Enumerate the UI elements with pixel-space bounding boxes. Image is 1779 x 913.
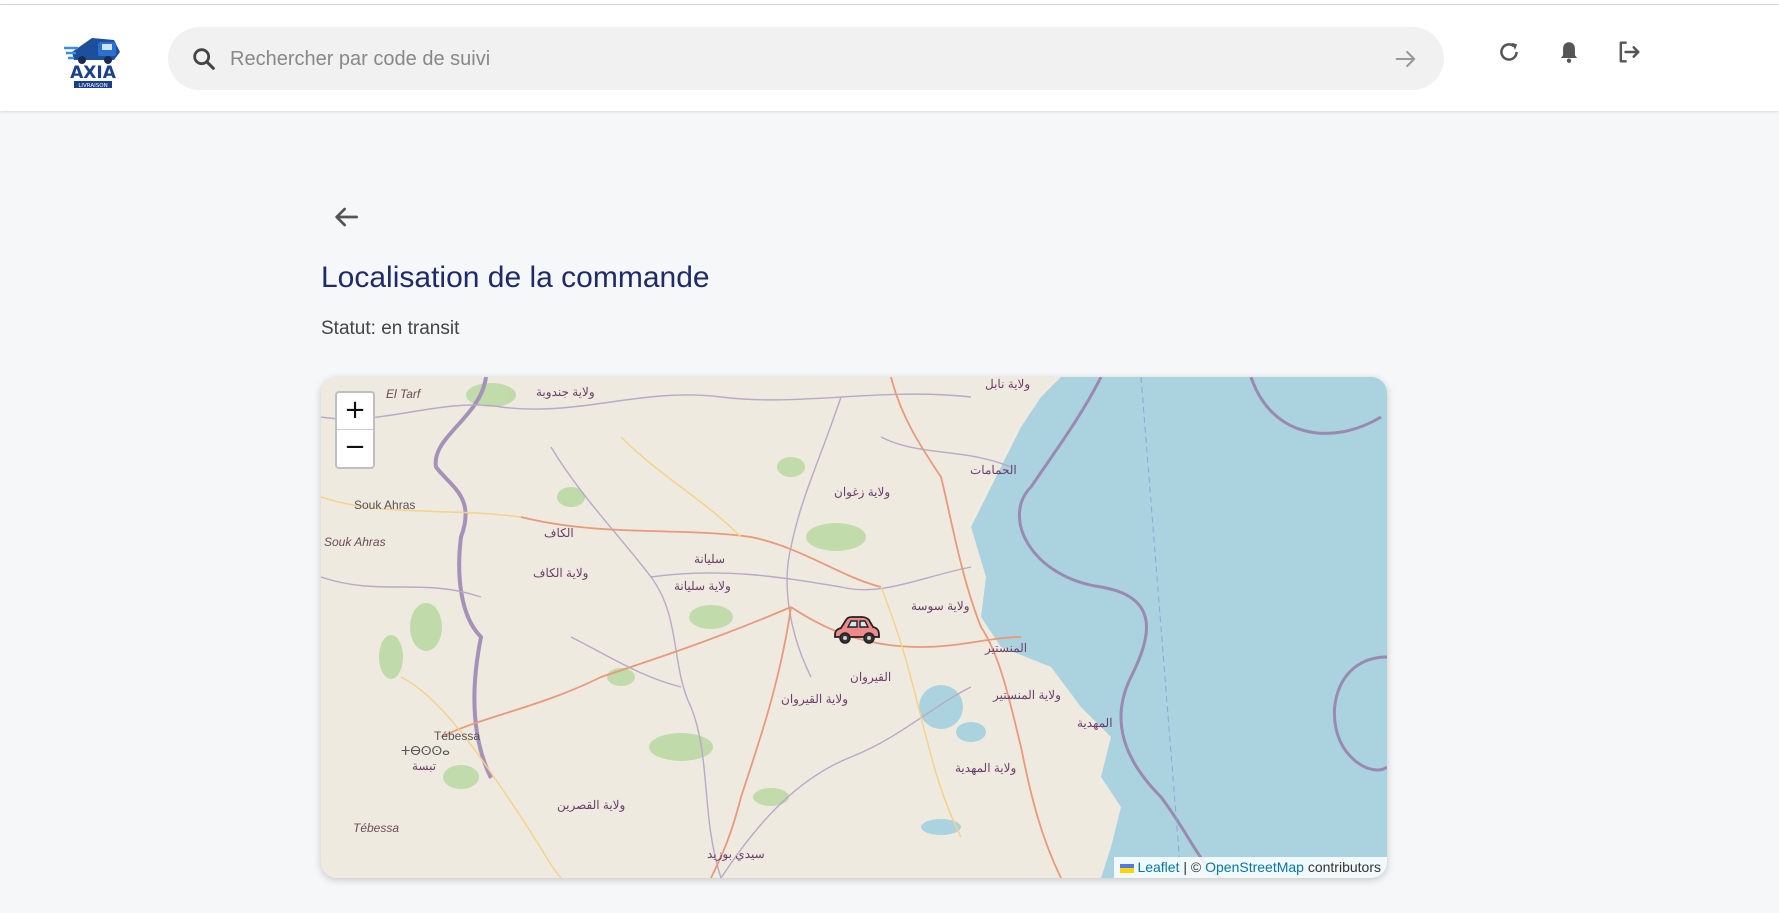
map-label: ⵜⴱⵙⵙⴰ — [401, 744, 450, 758]
refresh-icon — [1500, 42, 1518, 61]
map-label: تبسة — [412, 759, 437, 773]
status-value: en transit — [381, 318, 460, 339]
notifications-button[interactable] — [1553, 36, 1585, 68]
map-label: Souk Ahras — [324, 535, 386, 549]
map-label: سليانة — [694, 552, 726, 566]
map-label: ولاية زغوان — [834, 485, 891, 499]
map-label: Souk Ahras — [354, 498, 416, 512]
map-label: El Tarf — [386, 387, 421, 401]
car-icon[interactable] — [831, 613, 881, 645]
svg-text:LIVRAISON: LIVRAISON — [78, 83, 107, 89]
bell-icon — [1560, 42, 1578, 63]
order-location-map[interactable]: El Tarf ولاية جندوبة ولاية نابل Souk Ahr… — [321, 377, 1387, 878]
map-label: المهدية — [1077, 716, 1113, 730]
tracking-code-input[interactable] — [228, 27, 1352, 92]
map-attribution: Leaflet | © OpenStreetMap contributors — [1114, 857, 1387, 878]
svg-text:AXIA: AXIA — [70, 63, 117, 83]
map-label: سيدي بوزيد — [707, 847, 765, 861]
order-status: Statut: en transit — [321, 318, 459, 340]
status-label: Statut: — [321, 318, 376, 339]
map-label: القيروان — [850, 670, 892, 684]
map-label: ولاية جندوبة — [536, 385, 595, 399]
attribution-suffix: contributors — [1307, 859, 1381, 875]
app-header: AXIA LIVRAISON — [0, 5, 1779, 111]
attribution-separator: | © — [1183, 859, 1202, 875]
tracking-search-bar — [168, 27, 1444, 92]
map-label: Tébessa — [353, 821, 400, 835]
ukraine-flag-icon — [1120, 863, 1135, 873]
map-label: ولاية سوسة — [911, 599, 970, 613]
map-label: ولاية نابل — [985, 377, 1031, 391]
map-label: ولاية المنستير — [993, 688, 1061, 702]
search-icon — [193, 48, 215, 70]
back-arrow-icon[interactable] — [330, 201, 362, 233]
zoom-control: + − — [335, 391, 375, 469]
map-label: ولاية المهدية — [955, 761, 1017, 775]
map-label: ولاية الكاف — [533, 566, 589, 580]
map-label: المنستير — [985, 641, 1028, 655]
map-label: Tébessa — [434, 729, 481, 743]
osm-link[interactable]: OpenStreetMap — [1205, 859, 1304, 875]
map-label: الحمامات — [970, 463, 1017, 477]
map-label: ولاية سليانة — [674, 579, 731, 593]
zoom-out-button[interactable]: − — [337, 430, 373, 466]
map-label: ولاية القصرين — [557, 798, 626, 812]
map-label: الكاف — [544, 526, 574, 540]
logout-icon — [1619, 41, 1640, 63]
page-title: Localisation de la commande — [321, 261, 710, 294]
arrow-right-icon[interactable] — [1392, 45, 1420, 73]
logout-button[interactable] — [1613, 36, 1645, 68]
refresh-button[interactable] — [1493, 36, 1525, 68]
zoom-in-button[interactable]: + — [337, 393, 373, 430]
map-label: ولاية القيروان — [781, 692, 848, 706]
leaflet-link[interactable]: Leaflet — [1137, 859, 1179, 875]
axia-logo[interactable]: AXIA LIVRAISON — [62, 30, 124, 90]
